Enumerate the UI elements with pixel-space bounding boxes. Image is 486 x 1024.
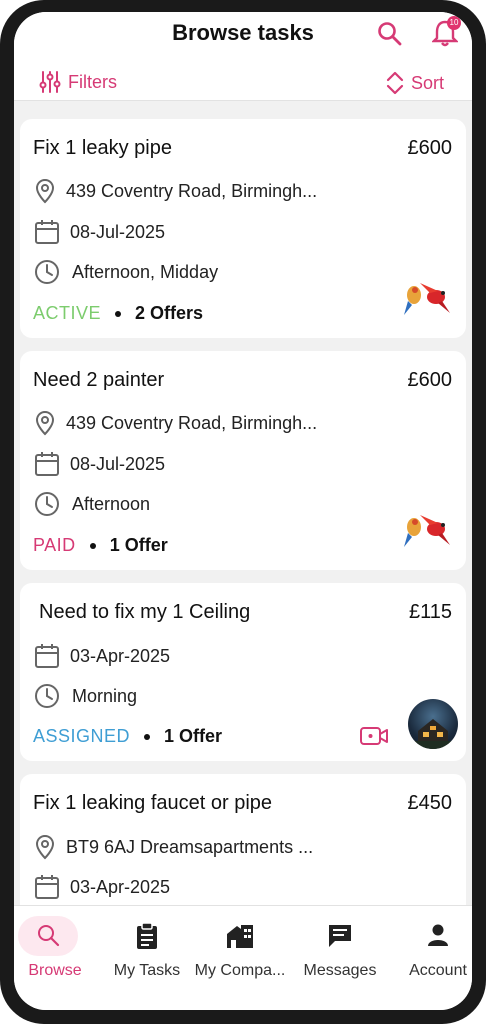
nav-item-messages[interactable]: Messages bbox=[294, 906, 386, 986]
task-price: £115 bbox=[408, 601, 452, 623]
clock-icon bbox=[35, 260, 59, 284]
parrots-icon bbox=[404, 515, 450, 547]
task-address: 439 Coventry Road, Birmingh... bbox=[66, 412, 318, 433]
task-status-row: PAID 1 Offer bbox=[33, 535, 168, 556]
status-badge: ACTIVE bbox=[33, 303, 102, 323]
house-photo-icon bbox=[408, 719, 458, 749]
sliders-icon bbox=[39, 71, 61, 93]
task-date-row: 08-Jul-2025 bbox=[34, 451, 165, 477]
clipboard-icon bbox=[137, 922, 157, 949]
search-icon bbox=[38, 925, 60, 947]
task-time: Afternoon, Midday bbox=[72, 261, 219, 282]
nav-item-my-company[interactable]: My Compa... bbox=[194, 906, 286, 986]
offers-count: 1 Offer bbox=[109, 535, 168, 555]
message-icon bbox=[329, 925, 351, 947]
task-price: £450 bbox=[407, 792, 453, 814]
task-title: Need to fix my 1 Ceiling bbox=[39, 601, 251, 623]
nav-item-account[interactable]: Account bbox=[392, 906, 472, 986]
task-address: 439 Coventry Road, Birmingh... bbox=[66, 180, 318, 201]
filters-button[interactable]: Filters bbox=[38, 70, 117, 94]
search-button[interactable] bbox=[376, 20, 404, 53]
calendar-icon bbox=[35, 875, 59, 899]
sort-label: Sort bbox=[411, 72, 445, 93]
task-address-row: BT9 6AJ Dreamsapartments ... bbox=[34, 834, 313, 860]
nav-label: Browse bbox=[28, 962, 82, 979]
app-screen: Browse tasks 10 Filters Sort Fix 1 leaky… bbox=[14, 12, 472, 1010]
search-icon bbox=[378, 22, 402, 46]
task-card[interactable]: Need 2 painter £600 439 Coventry Road, B… bbox=[20, 351, 466, 570]
nav-label: My Compa... bbox=[194, 962, 286, 979]
clock-icon bbox=[35, 492, 59, 516]
clock-icon bbox=[35, 684, 59, 708]
task-address: BT9 6AJ Dreamsapartments ... bbox=[66, 836, 314, 857]
location-pin-icon bbox=[35, 410, 55, 436]
task-address-row: 439 Coventry Road, Birmingh... bbox=[34, 410, 317, 436]
task-time-row: Afternoon, Midday bbox=[34, 259, 218, 285]
nav-label: My Tasks bbox=[113, 962, 181, 979]
nav-item-my-tasks[interactable]: My Tasks bbox=[101, 906, 193, 986]
filters-label: Filters bbox=[68, 71, 117, 92]
separator-dot bbox=[144, 733, 151, 740]
nav-label: Messages bbox=[303, 962, 377, 979]
calendar-icon bbox=[35, 452, 59, 476]
bottom-navigation: Browse My Tasks My Compa... Messages Acc… bbox=[14, 905, 472, 1010]
video-call-button[interactable] bbox=[359, 725, 389, 752]
person-icon bbox=[428, 924, 448, 946]
task-address-row: 439 Coventry Road, Birmingh... bbox=[34, 178, 317, 204]
task-price: £600 bbox=[407, 369, 453, 391]
task-title: Need 2 painter bbox=[33, 369, 165, 391]
task-time: Afternoon bbox=[72, 493, 151, 514]
parrots-icon bbox=[404, 283, 450, 315]
task-date: 08-Jul-2025 bbox=[70, 453, 166, 474]
task-time-row: Morning bbox=[34, 683, 137, 709]
task-date: 03-Apr-2025 bbox=[70, 876, 171, 897]
task-card[interactable]: Need to fix my 1 Ceiling £115 03-Apr-202… bbox=[20, 583, 466, 761]
task-date-row: 03-Apr-2025 bbox=[34, 643, 170, 669]
task-date: 08-Jul-2025 bbox=[70, 221, 166, 242]
offers-count: 1 Offer bbox=[164, 726, 223, 746]
building-icon bbox=[227, 925, 253, 948]
notification-badge: 10 bbox=[447, 16, 461, 30]
task-time: Morning bbox=[72, 685, 138, 706]
separator-dot bbox=[115, 310, 122, 317]
nav-item-browse[interactable]: Browse bbox=[14, 906, 106, 986]
task-status-row: ASSIGNED 1 Offer bbox=[33, 726, 222, 747]
video-camera-icon bbox=[360, 727, 388, 745]
status-badge: ASSIGNED bbox=[33, 726, 131, 746]
location-pin-icon bbox=[35, 178, 55, 204]
sort-arrows-icon bbox=[386, 71, 404, 95]
offers-count: 2 Offers bbox=[135, 303, 204, 323]
task-date: 03-Apr-2025 bbox=[70, 645, 171, 666]
task-title: Fix 1 leaking faucet or pipe bbox=[33, 792, 273, 814]
task-status-row: ACTIVE 2 Offers bbox=[33, 303, 203, 324]
sort-button[interactable]: Sort bbox=[385, 70, 444, 96]
avatar bbox=[408, 699, 458, 749]
task-date-row: 03-Apr-2025 bbox=[34, 874, 170, 900]
status-badge: PAID bbox=[33, 535, 76, 555]
task-title: Fix 1 leaky pipe bbox=[33, 137, 172, 159]
task-price: £600 bbox=[407, 137, 453, 159]
task-card[interactable]: Fix 1 leaking faucet or pipe £450 BT9 6A… bbox=[20, 774, 466, 924]
location-pin-icon bbox=[35, 834, 55, 860]
task-date-row: 08-Jul-2025 bbox=[34, 219, 165, 245]
separator-dot bbox=[89, 542, 96, 549]
top-bar: Browse tasks 10 Filters Sort bbox=[14, 12, 472, 101]
task-card[interactable]: Fix 1 leaky pipe £600 439 Coventry Road,… bbox=[20, 119, 466, 338]
nav-label: Account bbox=[409, 962, 467, 979]
calendar-icon bbox=[35, 220, 59, 244]
phone-frame: Browse tasks 10 Filters Sort Fix 1 leaky… bbox=[0, 0, 486, 1024]
calendar-icon bbox=[35, 644, 59, 668]
task-time-row: Afternoon bbox=[34, 491, 150, 517]
